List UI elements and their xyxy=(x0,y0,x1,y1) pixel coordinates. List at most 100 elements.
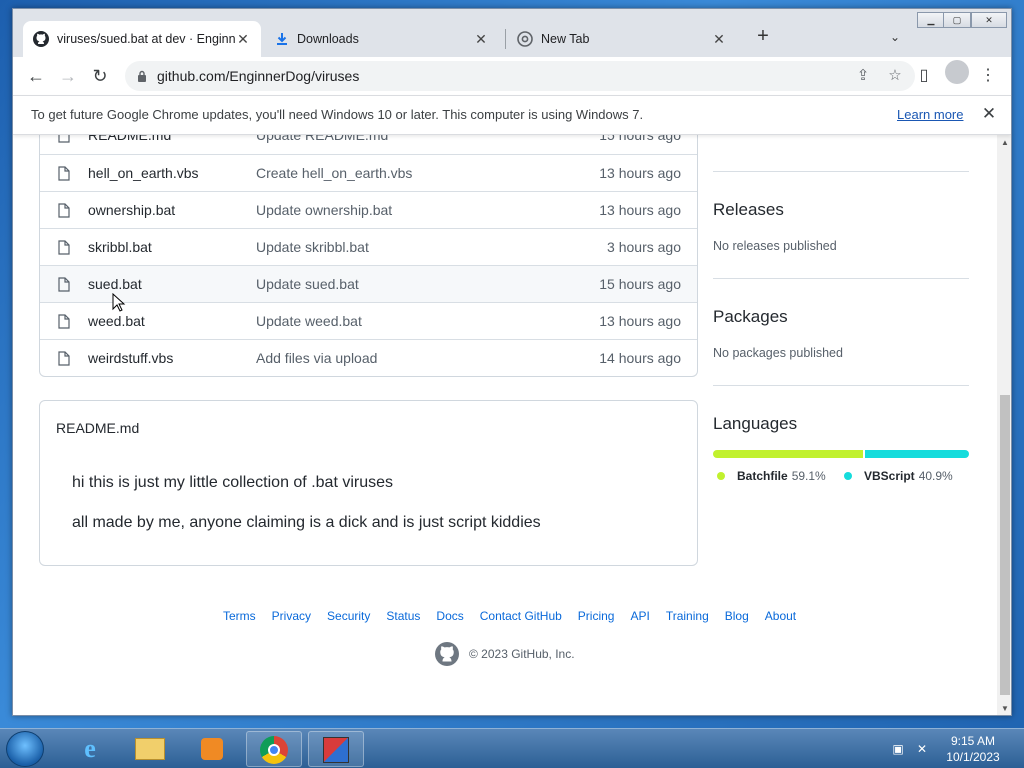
commit-message[interactable]: Update README.md xyxy=(256,135,388,143)
commit-age: 13 hours ago xyxy=(599,165,681,181)
virtualbox-icon[interactable] xyxy=(308,731,364,767)
bookmark-star-icon[interactable]: ☆ xyxy=(885,66,905,86)
scroll-down-icon[interactable]: ▼ xyxy=(997,701,1011,715)
browser-toolbar: ← → ↻ github.com/EnginnerDog/viruses ⇪ ☆… xyxy=(13,57,1011,95)
url-text[interactable]: github.com/EnginnerDog/viruses xyxy=(157,68,359,84)
tab-github[interactable]: viruses/sued.bat at dev · EnginnerDog ✕ xyxy=(23,21,261,57)
chrome-icon[interactable] xyxy=(246,731,302,767)
commit-age: 13 hours ago xyxy=(599,313,681,329)
footer-link-terms[interactable]: Terms xyxy=(223,609,256,623)
github-logo-icon[interactable] xyxy=(435,642,459,666)
readme-line: hi this is just my little collection of … xyxy=(72,474,394,491)
sidebar-divider xyxy=(713,171,969,172)
lock-icon xyxy=(138,70,146,82)
share-icon[interactable]: ⇪ xyxy=(853,66,873,86)
commit-message[interactable]: Update ownership.bat xyxy=(256,202,392,218)
language-item-batchfile[interactable]: Batchfile 59.1% xyxy=(717,469,826,483)
file-row-weirdstuff[interactable]: weirdstuff.vbs Add files via upload 14 h… xyxy=(40,339,697,376)
new-tab-button[interactable]: + xyxy=(751,25,775,49)
language-bar-vbscript[interactable] xyxy=(865,450,969,458)
chrome-icon xyxy=(517,31,533,47)
address-bar[interactable]: github.com/EnginnerDog/viruses ⇪ ☆ xyxy=(125,61,915,91)
file-row-hell-on-earth[interactable]: hell_on_earth.vbs Create hell_on_earth.v… xyxy=(40,154,697,191)
footer-link-pricing[interactable]: Pricing xyxy=(578,609,615,623)
clock-date: 10/1/2023 xyxy=(946,750,1000,764)
internet-explorer-icon[interactable]: e xyxy=(62,731,118,767)
tab-downloads[interactable]: Downloads ✕ xyxy=(265,21,499,57)
file-explorer-icon[interactable] xyxy=(122,731,178,767)
system-clock[interactable]: 9:15 AM 10/1/2023 xyxy=(938,733,1008,765)
close-icon[interactable]: ✕ xyxy=(235,31,251,48)
footer-link-about[interactable]: About xyxy=(765,609,796,623)
tab-title: Downloads xyxy=(297,32,359,46)
start-button[interactable] xyxy=(6,731,44,767)
commit-message[interactable]: Add files via upload xyxy=(256,350,377,366)
language-bar-batchfile[interactable] xyxy=(713,450,864,458)
github-page: README.md Update README.md 15 hours ago … xyxy=(13,135,997,715)
footer-link-blog[interactable]: Blog xyxy=(725,609,749,623)
file-name[interactable]: ownership.bat xyxy=(88,202,175,218)
readme-title[interactable]: README.md xyxy=(56,420,139,436)
sidebar-divider xyxy=(713,278,969,279)
file-row-readme[interactable]: README.md Update README.md 15 hours ago xyxy=(40,135,697,154)
volume-muted-icon[interactable]: ✕ xyxy=(914,741,930,757)
file-name[interactable]: README.md xyxy=(88,135,171,143)
back-arrow-icon[interactable]: ← xyxy=(23,63,49,89)
sidebar-divider xyxy=(713,385,969,386)
language-name: Batchfile xyxy=(737,469,788,483)
file-name[interactable]: skribbl.bat xyxy=(88,239,152,255)
footer-link-api[interactable]: API xyxy=(630,609,649,623)
learn-more-link[interactable]: Learn more xyxy=(897,107,963,122)
file-icon xyxy=(58,166,70,181)
file-row-ownership[interactable]: ownership.bat Update ownership.bat 13 ho… xyxy=(40,191,697,228)
close-icon[interactable]: ✕ xyxy=(979,104,999,124)
footer-link-contact[interactable]: Contact GitHub xyxy=(480,609,562,623)
media-player-icon[interactable] xyxy=(184,731,240,767)
footer-links: Terms Privacy Security Status Docs Conta… xyxy=(223,609,812,623)
footer-link-security[interactable]: Security xyxy=(327,609,370,623)
commit-message[interactable]: Update skribbl.bat xyxy=(256,239,369,255)
footer-link-docs[interactable]: Docs xyxy=(436,609,463,623)
releases-heading[interactable]: Releases xyxy=(713,200,784,220)
language-name: VBScript xyxy=(864,469,915,483)
language-percent: 40.9% xyxy=(918,469,953,483)
packages-status: No packages published xyxy=(713,346,843,360)
file-name[interactable]: weirdstuff.vbs xyxy=(88,350,173,366)
scroll-up-icon[interactable]: ▲ xyxy=(997,135,1011,151)
tab-title: viruses/sued.bat at dev · EnginnerDog xyxy=(57,32,235,46)
kebab-menu-icon[interactable]: ⋮ xyxy=(975,63,1001,89)
tab-divider xyxy=(505,29,506,49)
tab-search-chevron-icon[interactable]: ⌄ xyxy=(883,25,907,49)
file-row-sued[interactable]: sued.bat Update sued.bat 15 hours ago xyxy=(40,265,697,302)
commit-message[interactable]: Update sued.bat xyxy=(256,276,359,292)
network-icon[interactable]: ▣ xyxy=(890,741,906,757)
reload-icon[interactable]: ↻ xyxy=(87,63,113,89)
commit-message[interactable]: Create hell_on_earth.vbs xyxy=(256,165,412,181)
packages-heading[interactable]: Packages xyxy=(713,307,788,327)
side-panel-icon[interactable]: ▯ xyxy=(911,63,937,89)
footer-link-status[interactable]: Status xyxy=(386,609,420,623)
file-row-weed[interactable]: weed.bat Update weed.bat 13 hours ago xyxy=(40,302,697,339)
tab-new-tab[interactable]: New Tab ✕ xyxy=(507,21,737,57)
commit-message[interactable]: Update weed.bat xyxy=(256,313,362,329)
scrollbar-thumb[interactable] xyxy=(1000,395,1010,695)
file-name[interactable]: weed.bat xyxy=(88,313,145,329)
file-row-skribbl[interactable]: skribbl.bat Update skribbl.bat 3 hours a… xyxy=(40,228,697,265)
page-scrollbar[interactable]: ▲ ▼ xyxy=(997,135,1011,715)
window-close-button[interactable]: ✕ xyxy=(971,12,1007,28)
minimize-button[interactable]: ▁ xyxy=(917,12,945,28)
language-item-vbscript[interactable]: VBScript 40.9% xyxy=(844,469,953,483)
close-icon[interactable]: ✕ xyxy=(473,31,489,48)
forward-arrow-icon[interactable]: → xyxy=(55,63,81,89)
footer-link-training[interactable]: Training xyxy=(666,609,709,623)
profile-avatar-icon[interactable] xyxy=(945,60,969,84)
copyright-text: © 2023 GitHub, Inc. xyxy=(469,647,575,661)
file-name[interactable]: hell_on_earth.vbs xyxy=(88,165,199,181)
close-icon[interactable]: ✕ xyxy=(711,31,727,48)
commit-age: 3 hours ago xyxy=(607,239,681,255)
file-name[interactable]: sued.bat xyxy=(88,276,142,292)
file-list: README.md Update README.md 15 hours ago … xyxy=(39,135,698,377)
maximize-button[interactable]: ▢ xyxy=(943,12,971,28)
file-icon xyxy=(58,203,70,218)
footer-link-privacy[interactable]: Privacy xyxy=(272,609,311,623)
